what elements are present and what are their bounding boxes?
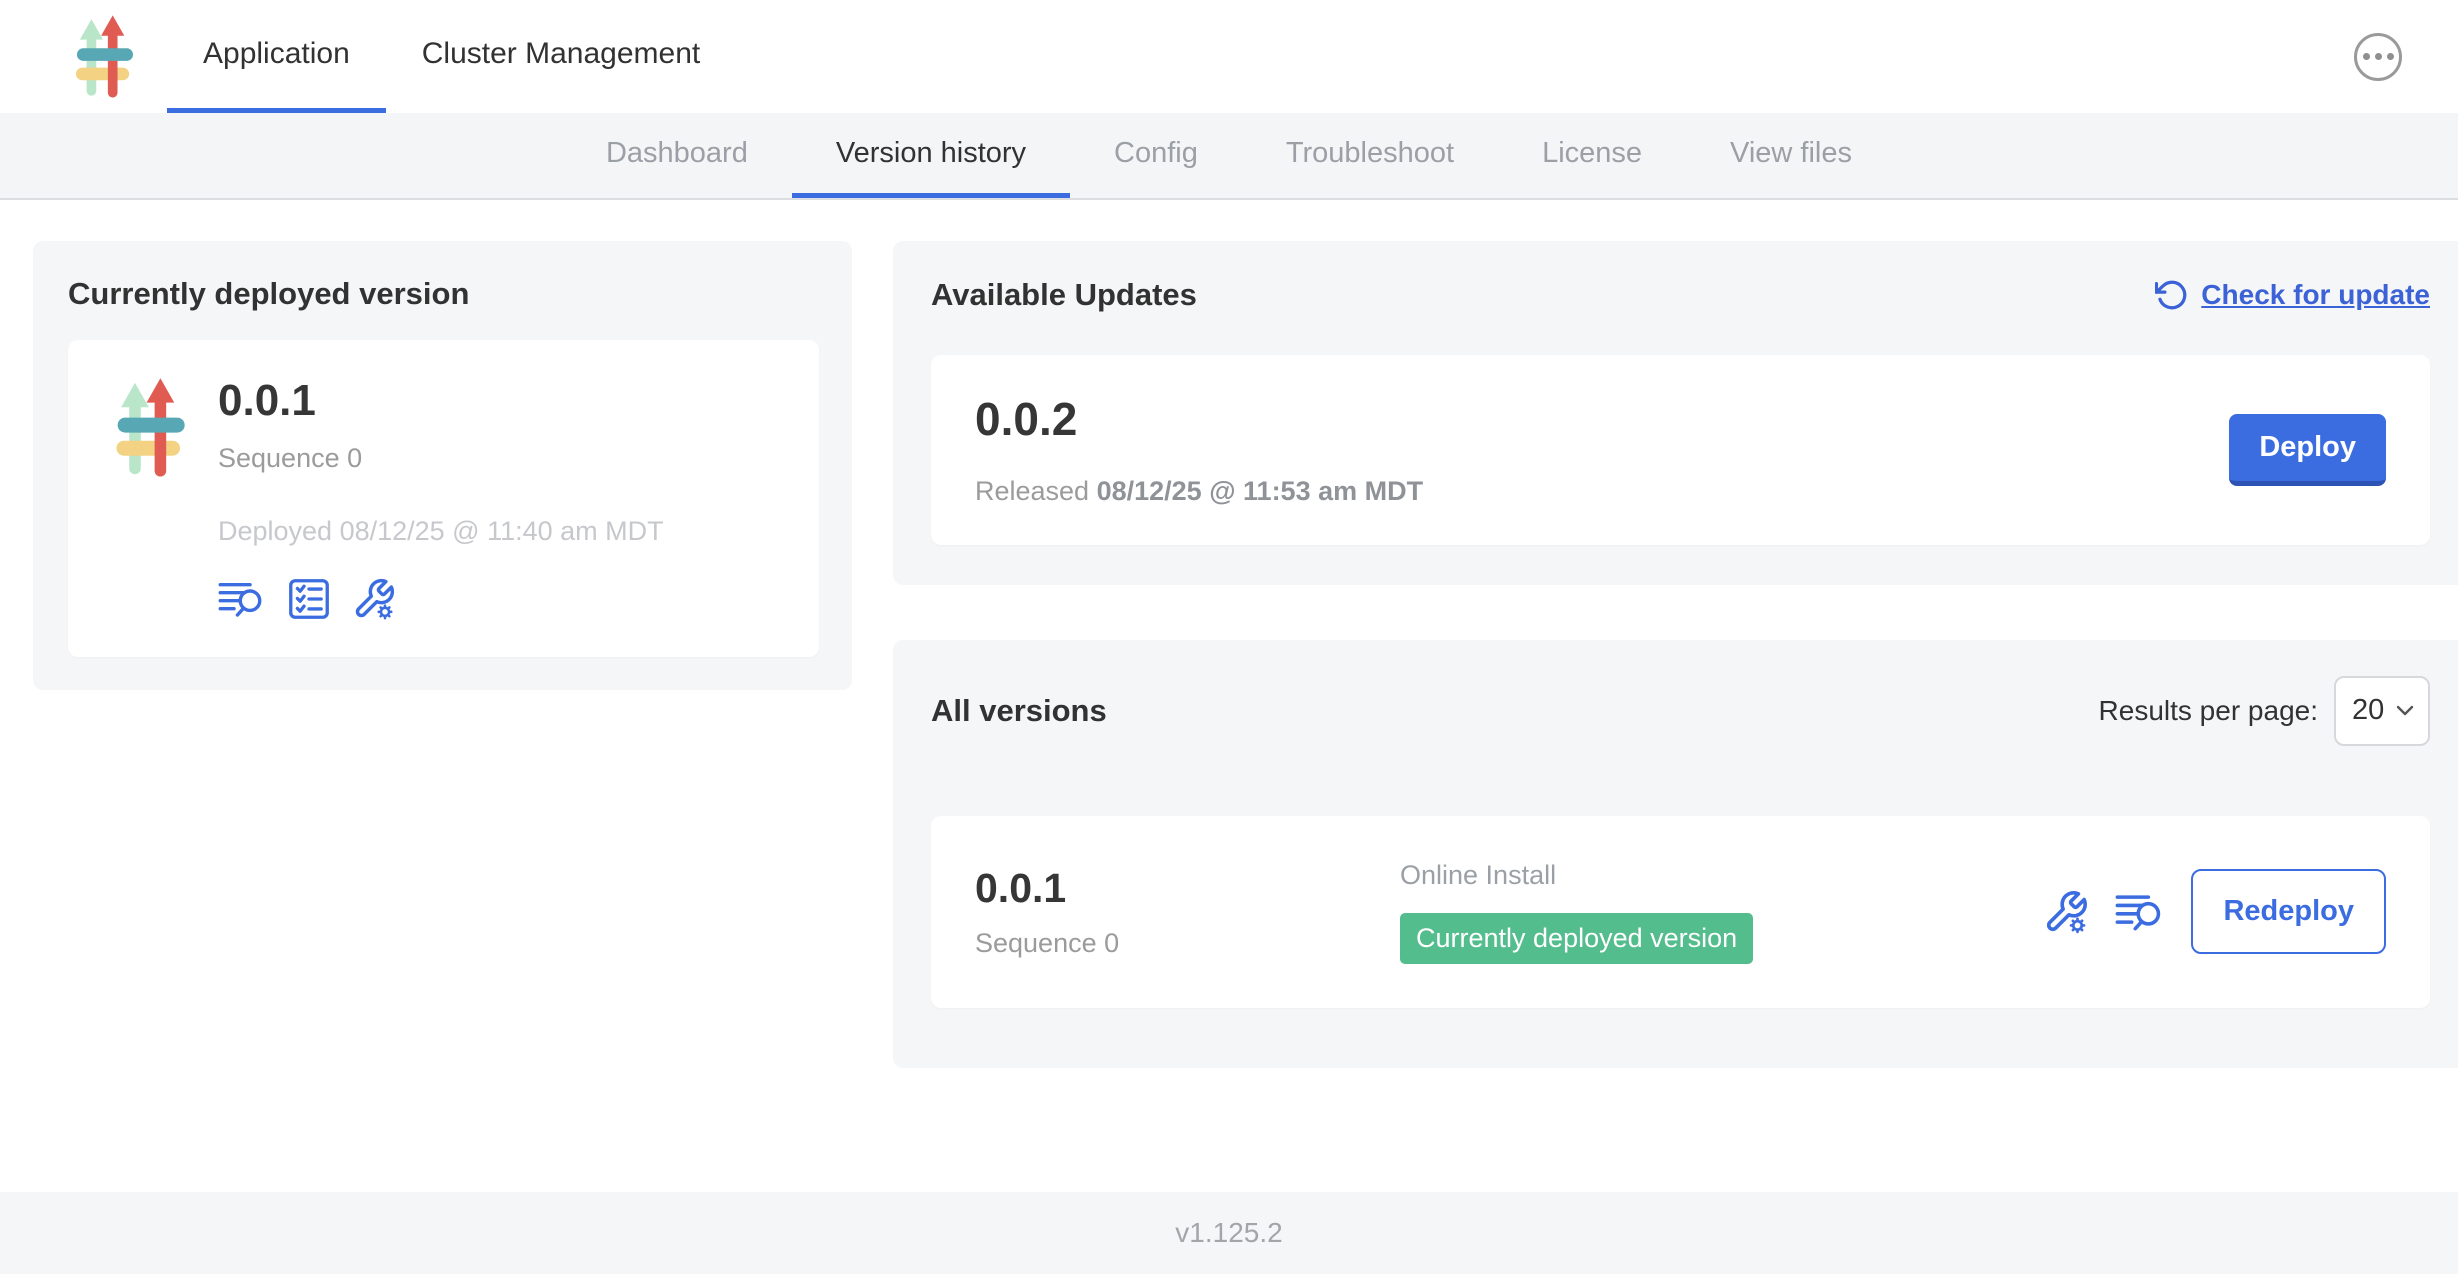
page-footer: v1.125.2: [0, 1192, 2458, 1274]
update-released-line: Released 08/12/25 @ 11:53 am MDT: [975, 476, 1423, 507]
tab-cluster-management[interactable]: Cluster Management: [386, 0, 736, 113]
all-versions-panel: All versions Results per page: 20 0.0.1 …: [893, 640, 2458, 1068]
currently-deployed-badge: Currently deployed version: [1400, 913, 1753, 964]
tab-troubleshoot[interactable]: Troubleshoot: [1242, 113, 1498, 198]
available-updates-panel: Available Updates Check for update 0.0.2…: [893, 241, 2458, 585]
console-version: v1.125.2: [1175, 1217, 1282, 1249]
tab-config[interactable]: Config: [1070, 113, 1242, 198]
deployed-version-number: 0.0.1: [218, 376, 664, 427]
app-logo: [104, 376, 196, 480]
deployed-actions: [218, 577, 664, 621]
tab-dashboard[interactable]: Dashboard: [562, 113, 792, 198]
preflight-checks-icon[interactable]: [288, 578, 330, 620]
right-column: Available Updates Check for update 0.0.2…: [893, 241, 2458, 1068]
chevron-down-icon: [2396, 705, 2414, 717]
logs-icon[interactable]: [218, 579, 266, 619]
deployed-version-card: 0.0.1 Sequence 0 Deployed 08/12/25 @ 11:…: [68, 340, 819, 657]
update-card: 0.0.2 Released 08/12/25 @ 11:53 am MDT D…: [931, 355, 2430, 545]
deployed-sequence: Sequence 0: [218, 443, 664, 474]
config-icon[interactable]: [2043, 889, 2089, 935]
top-nav-spacer: [736, 0, 2354, 113]
install-type-label: Online Install: [1400, 860, 2043, 891]
all-versions-title: All versions: [931, 693, 1107, 729]
app-subnav: Dashboard Version history Config Trouble…: [0, 113, 2458, 200]
results-per-page-label: Results per page:: [2099, 695, 2318, 727]
tab-license[interactable]: License: [1498, 113, 1686, 198]
redeploy-button[interactable]: Redeploy: [2191, 869, 2386, 954]
currently-deployed-panel: Currently deployed version 0.0.1 Sequenc…: [33, 241, 852, 690]
app-logo-icon: [75, 0, 133, 113]
deploy-button[interactable]: Deploy: [2229, 414, 2386, 486]
tab-view-files[interactable]: View files: [1686, 113, 1896, 198]
update-version-number: 0.0.2: [975, 393, 1423, 446]
ellipsis-menu-icon[interactable]: [2354, 33, 2402, 81]
tab-version-history[interactable]: Version history: [792, 113, 1070, 198]
row-version-number: 0.0.1: [975, 865, 1400, 912]
deployed-timestamp: Deployed 08/12/25 @ 11:40 am MDT: [218, 516, 664, 547]
tab-application[interactable]: Application: [167, 0, 386, 113]
version-row: 0.0.1 Sequence 0 Online Install Currentl…: [931, 816, 2430, 1008]
available-updates-title: Available Updates: [931, 277, 1197, 313]
results-per-page-select[interactable]: 20: [2334, 676, 2430, 746]
refresh-icon: [2155, 278, 2189, 312]
check-for-update-link[interactable]: Check for update: [2155, 278, 2430, 312]
top-nav: Application Cluster Management: [0, 0, 2458, 113]
config-icon[interactable]: [352, 577, 396, 621]
logs-icon[interactable]: [2115, 891, 2165, 933]
main-content: Currently deployed version 0.0.1 Sequenc…: [0, 200, 2458, 1192]
row-sequence: Sequence 0: [975, 928, 1400, 959]
currently-deployed-title: Currently deployed version: [68, 276, 819, 312]
